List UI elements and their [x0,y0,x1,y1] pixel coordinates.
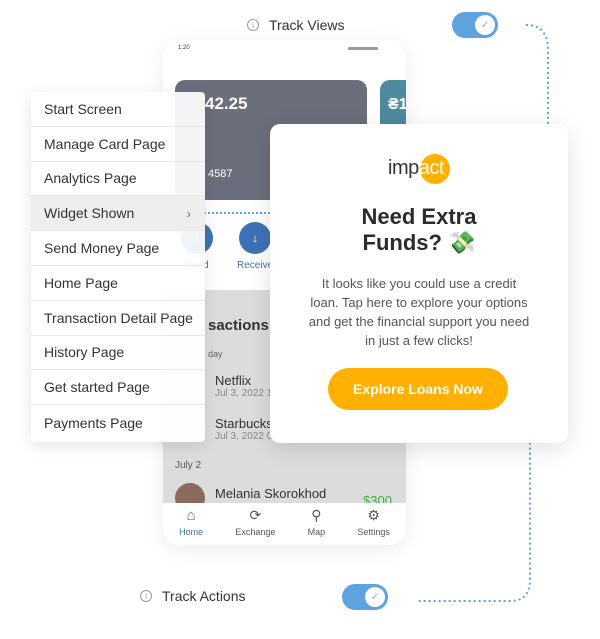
menu-item-home[interactable]: Home Page [31,266,205,301]
info-icon[interactable]: i [140,590,152,602]
group-label: day [208,349,223,359]
transaction-date: Jul 3, 2022 0 [215,431,273,442]
impact-logo: impact [388,154,453,184]
track-views-row: i Track Views [247,17,344,33]
explore-loans-button[interactable]: Explore Loans Now [328,368,508,410]
menu-label: Transaction Detail Page [44,309,193,326]
nav-exchange[interactable]: ⟳ Exchange [235,507,275,545]
menu-label: Manage Card Page [44,135,166,152]
nav-label: Map [307,527,326,537]
chevron-right-icon: › [186,205,191,222]
menu-item-start-screen[interactable]: Start Screen [31,92,205,127]
bottom-nav: ⌂ Home ⟳ Exchange ⚲ Map ⚙ Settings [163,503,406,545]
transaction-starbucks[interactable]: Starbucks Jul 3, 2022 0 [215,416,273,442]
transaction-name: Starbucks [215,416,273,431]
nav-label: Settings [357,527,390,537]
second-card-balance: ₴1 [388,96,406,113]
card-number: 4587 [208,168,233,180]
menu-label: Home Page [44,274,118,291]
menu-item-get-started[interactable]: Get started Page [31,370,205,406]
menu-item-history[interactable]: History Page [31,336,205,371]
transactions-title: sactions [208,317,269,334]
title-line: Need Extra [361,204,477,229]
menu-item-widget-shown[interactable]: Widget Shown › [31,196,205,232]
gear-icon: ⚙ [367,507,380,523]
status-time: 1:20 [178,45,190,51]
transaction-name: Netflix [215,373,252,388]
map-pin-icon: ⚲ [311,507,322,523]
check-icon: ✓ [365,587,385,607]
track-actions-label: Track Actions [162,588,246,604]
title-line: Funds? 💸 [362,230,476,255]
track-actions-row: i Track Actions [140,588,246,604]
menu-label: Get started Page [44,379,150,396]
menu-label: Analytics Page [44,170,137,187]
menu-item-send-money[interactable]: Send Money Page [31,231,205,266]
check-icon: ✓ [475,15,495,35]
transaction-netflix[interactable]: Netflix Jul 3, 2022 1 [215,373,272,399]
menu-label: Payments Page [44,414,143,431]
group-label: July 2 [175,460,202,471]
card-balance: 42.25 [205,94,248,113]
track-views-toggle[interactable]: ✓ [452,12,498,38]
menu-item-transaction-detail[interactable]: Transaction Detail Page [31,301,205,336]
menu-label: Widget Shown [44,205,135,222]
nav-settings[interactable]: ⚙ Settings [357,507,390,545]
nav-label: Exchange [235,527,276,537]
transaction-date: Jul 3, 2022 1 [215,388,273,399]
promo-body: It looks like you could use a credit loa… [308,276,530,348]
info-icon[interactable]: i [247,19,259,31]
menu-label: Send Money Page [44,240,160,257]
menu-label: Start Screen [44,100,122,117]
transaction-name[interactable]: Melania Skorokhod [215,486,326,501]
home-icon: ⌂ [186,507,196,524]
menu-label: History Page [44,344,125,361]
receive-label: Receive [237,260,274,271]
exchange-icon: ⟳ [249,507,262,523]
track-actions-toggle[interactable]: ✓ [342,584,388,610]
receive-button[interactable]: ↓ Receive [237,222,273,271]
track-views-label: Track Views [269,17,345,33]
promo-title: Need Extra Funds? 💸 [270,204,568,256]
loan-promo-card[interactable]: impact Need Extra Funds? 💸 It looks like… [270,124,568,443]
menu-item-manage-card[interactable]: Manage Card Page [31,127,205,162]
nav-label: Home [179,527,204,537]
menu-item-payments[interactable]: Payments Page [31,405,205,440]
status-icons [348,47,378,50]
receive-icon: ↓ [239,222,272,254]
page-menu: Start Screen Manage Card Page Analytics … [31,92,205,442]
nav-map[interactable]: ⚲ Map [308,507,326,545]
nav-home[interactable]: ⌂ Home [179,507,203,545]
menu-item-analytics[interactable]: Analytics Page [31,162,205,197]
